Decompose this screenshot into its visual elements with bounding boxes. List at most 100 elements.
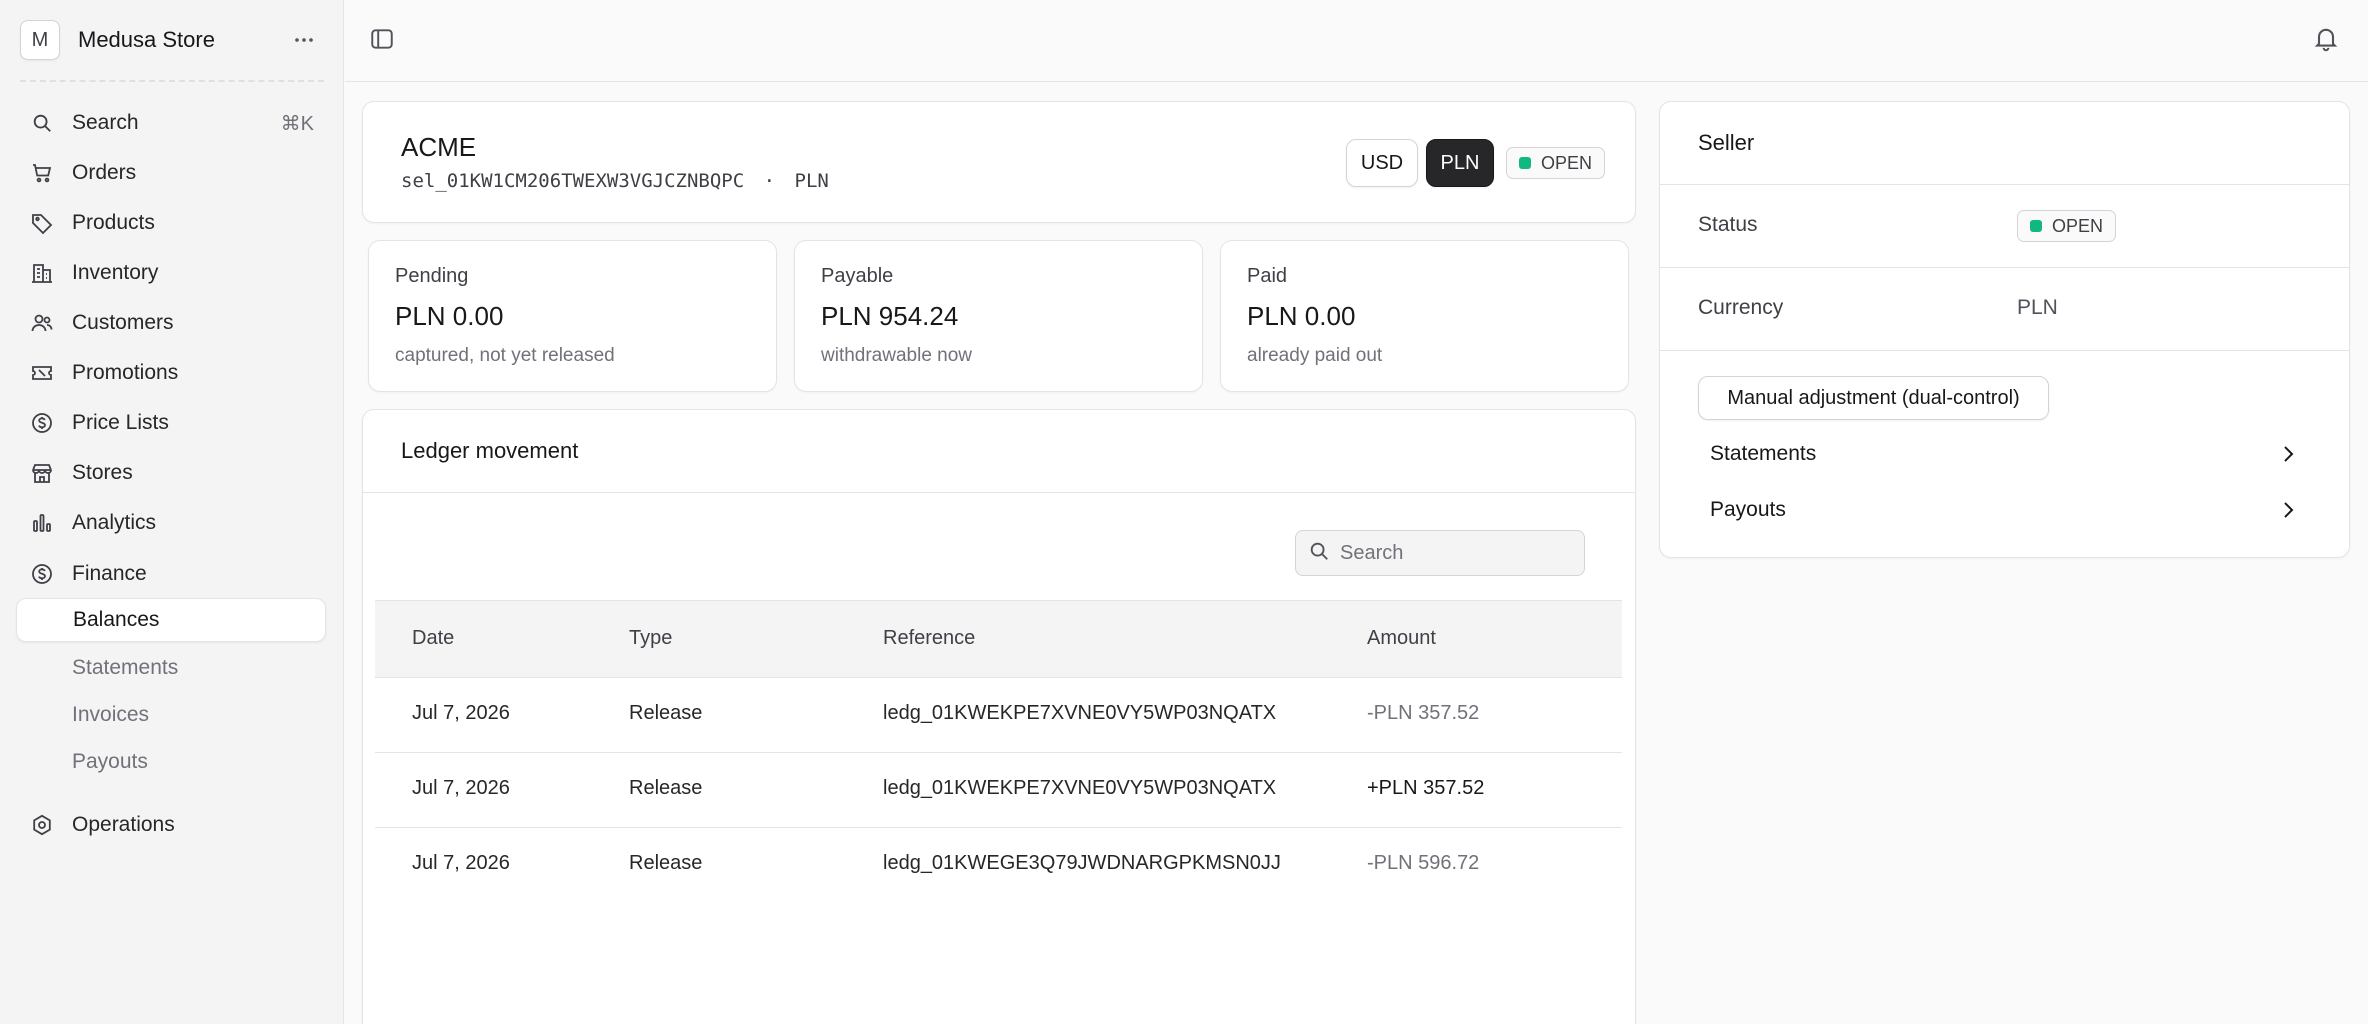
table-row[interactable]: Jul 7, 2026 Release ledg_01KWEKPE7XVNE0V… [375, 678, 1622, 753]
sidebar-toggle-icon[interactable] [369, 26, 399, 56]
stat-value: PLN 0.00 [395, 301, 504, 331]
sidebar-item-label: Orders [72, 161, 137, 184]
search-shortcut: ⌘K [280, 112, 314, 135]
gear-icon [28, 811, 56, 839]
sidebar-divider [20, 80, 324, 82]
dollar-circle-icon [28, 409, 56, 437]
link-label: Payouts [1710, 498, 1786, 521]
search-input[interactable] [1340, 541, 1570, 565]
sidebar-item-label: Operations [72, 813, 175, 836]
seller-header-card: ACME sel_01KW1CM206TWEXW3VGJCZNBQPC · PL… [362, 101, 1636, 223]
sidebar-item-inventory[interactable]: Inventory [16, 251, 328, 295]
currency-label: Currency [1698, 296, 1784, 319]
sidebar-item-orders[interactable]: Orders [16, 151, 328, 195]
cell-type: Release [629, 852, 703, 874]
cell-date: Jul 7, 2026 [412, 702, 510, 724]
currency-button-usd[interactable]: USD [1346, 139, 1418, 187]
bell-icon[interactable] [2312, 24, 2344, 56]
seller-status-row: Status OPEN [1660, 185, 2350, 268]
seller-card: Seller Status OPEN Currency PLN Manual a… [1659, 101, 2350, 558]
cell-type: Release [629, 777, 703, 799]
stat-label: Paid [1247, 265, 1288, 287]
cell-date: Jul 7, 2026 [412, 777, 510, 799]
sidebar-item-label: Stores [72, 461, 133, 484]
stat-value: PLN 0.00 [1247, 301, 1356, 331]
sidebar-item-operations[interactable]: Operations [16, 803, 328, 847]
stat-caption: captured, not yet released [395, 345, 615, 366]
building-icon [28, 259, 56, 287]
ledger-title: Ledger movement [401, 438, 579, 463]
sidebar-subitem-statements[interactable]: Statements [16, 646, 326, 690]
cell-reference: ledg_01KWEKPE7XVNE0VY5WP03NQATX [883, 777, 1277, 799]
currency-button-pln[interactable]: PLN [1426, 139, 1494, 187]
cell-amount: -PLN 596.72 [1367, 852, 1480, 874]
cell-reference: ledg_01KWEGE3Q79JWDNARGPKMSN0JJ [883, 852, 1281, 874]
separator: · [763, 170, 776, 192]
table-row[interactable]: Jul 7, 2026 Release ledg_01KWEKPE7XVNE0V… [375, 753, 1622, 828]
cell-amount: +PLN 357.52 [1367, 777, 1485, 799]
store-switcher[interactable]: M Medusa Store [20, 20, 324, 60]
chevron-right-icon [2276, 442, 2300, 466]
status-dot [2030, 220, 2042, 232]
stat-value: PLN 954.24 [821, 301, 959, 331]
payouts-link[interactable]: Payouts [1698, 490, 2312, 530]
sidebar-item-customers[interactable]: Customers [16, 301, 328, 345]
column-header-type[interactable]: Type [629, 627, 672, 650]
ledger-search[interactable] [1295, 530, 1585, 576]
sidebar-item-price-lists[interactable]: Price Lists [16, 401, 328, 445]
status-badge: OPEN [2017, 210, 2117, 242]
statements-link[interactable]: Statements [1698, 434, 2312, 474]
sidebar-item-products[interactable]: Products [16, 201, 328, 245]
seller-title: Seller [1698, 130, 1755, 155]
column-header-reference[interactable]: Reference [883, 627, 975, 650]
tag-icon [28, 209, 56, 237]
seller-currency: PLN [794, 170, 829, 192]
page-title: ACME [401, 132, 477, 162]
manual-adjustment-button[interactable]: Manual adjustment (dual-control) [1698, 376, 2049, 420]
more-icon[interactable] [284, 20, 324, 60]
topbar [345, 0, 2368, 82]
stat-label: Payable [821, 265, 894, 287]
divider [363, 492, 1635, 493]
sidebar-item-label: Price Lists [72, 411, 169, 434]
sidebar-subitem-balances[interactable]: Balances [16, 598, 326, 642]
sidebar-item-label: Customers [72, 311, 174, 334]
stat-caption: withdrawable now [821, 345, 973, 366]
column-header-date[interactable]: Date [412, 627, 454, 650]
status-badge-label: OPEN [2052, 215, 2104, 236]
sidebar-item-label: Analytics [72, 511, 157, 534]
ticket-icon [28, 359, 56, 387]
seller-id: sel_01KW1CM206TWEXW3VGJCZNBQPC [401, 170, 745, 192]
sidebar-subitem-payouts[interactable]: Payouts [16, 740, 326, 784]
sidebar-subitem-invoices[interactable]: Invoices [16, 693, 326, 737]
status-label: Status [1698, 213, 1758, 236]
cell-type: Release [629, 702, 703, 724]
store-avatar: M [20, 20, 60, 60]
seller-id-line: sel_01KW1CM206TWEXW3VGJCZNBQPC · PLN [401, 170, 829, 192]
search-icon [28, 109, 56, 137]
cell-amount: -PLN 357.52 [1367, 702, 1480, 724]
sidebar-item-analytics[interactable]: Analytics [16, 501, 328, 545]
sidebar-item-stores[interactable]: Stores [16, 451, 328, 495]
store-icon [28, 459, 56, 487]
store-name: Medusa Store [78, 27, 215, 52]
chevron-right-icon [2276, 498, 2300, 522]
stat-caption: already paid out [1247, 345, 1383, 366]
seller-currency-row: Currency PLN [1660, 268, 2350, 351]
sidebar-item-search[interactable]: Search ⌘K [16, 101, 328, 145]
bar-chart-icon [28, 509, 56, 537]
table-row[interactable]: Jul 7, 2026 Release ledg_01KWEGE3Q79JWDN… [375, 828, 1622, 903]
stat-card-paid: Paid PLN 0.00 already paid out [1220, 240, 1629, 392]
sidebar-item-finance[interactable]: Finance [16, 552, 328, 596]
cell-reference: ledg_01KWEKPE7XVNE0VY5WP03NQATX [883, 702, 1277, 724]
status-badge-label: OPEN [1541, 152, 1593, 173]
table-header: Date Type Reference Amount [375, 600, 1622, 678]
sidebar-item-promotions[interactable]: Promotions [16, 351, 328, 395]
currency-value: PLN [2017, 296, 2058, 319]
sidebar-item-label: Search [72, 111, 139, 134]
cell-date: Jul 7, 2026 [412, 852, 510, 874]
cart-icon [28, 159, 56, 187]
column-header-amount[interactable]: Amount [1367, 627, 1436, 650]
sidebar-item-label: Promotions [72, 361, 179, 384]
status-badge: OPEN [1506, 147, 1606, 179]
